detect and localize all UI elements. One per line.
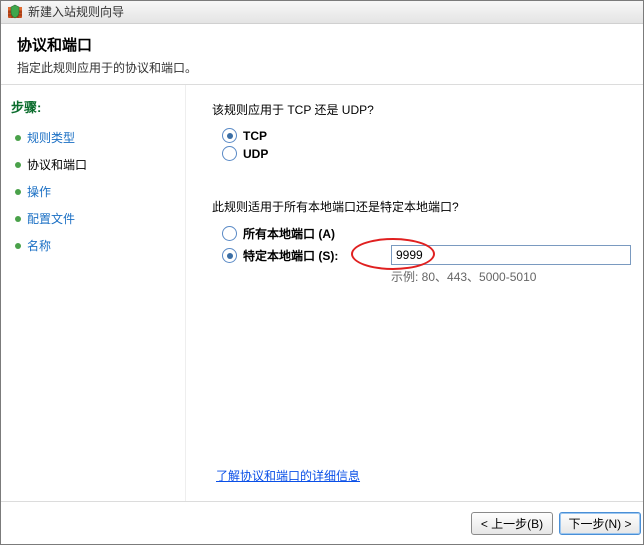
protocol-question: 该规则应用于 TCP 还是 UDP?: [212, 101, 635, 118]
port-question: 此规则适用于所有本地端口还是特定本地端口?: [212, 198, 635, 215]
wizard-footer: < 上一步(B) 下一步(N) >: [1, 501, 643, 544]
step-dot-icon: [15, 216, 21, 222]
all-ports-label: 所有本地端口 (A): [243, 225, 335, 242]
wizard-header: 协议和端口 指定此规则应用于的协议和端口。: [1, 24, 643, 85]
learn-more-link[interactable]: 了解协议和端口的详细信息: [216, 469, 360, 483]
back-button[interactable]: < 上一步(B): [471, 512, 553, 535]
step-label: 操作: [27, 183, 51, 200]
step-dot-icon: [15, 135, 21, 141]
tcp-label: TCP: [243, 129, 267, 143]
all-ports-radio[interactable]: [222, 226, 237, 241]
step-rule-type[interactable]: 规则类型: [11, 124, 175, 151]
udp-radio-row[interactable]: UDP: [222, 146, 635, 161]
step-name[interactable]: 名称: [11, 232, 175, 259]
specific-ports-radio[interactable]: [222, 248, 237, 263]
step-profile[interactable]: 配置文件: [11, 205, 175, 232]
step-dot-icon: [15, 162, 21, 168]
page-title: 协议和端口: [17, 34, 627, 55]
wizard-window: 新建入站规则向导 协议和端口 指定此规则应用于的协议和端口。 步骤: 规则类型 …: [0, 0, 644, 545]
annotation-ring: [351, 238, 435, 270]
step-label: 配置文件: [27, 210, 75, 227]
firewall-icon: [7, 4, 23, 20]
udp-radio[interactable]: [222, 146, 237, 161]
tcp-radio[interactable]: [222, 128, 237, 143]
step-label: 协议和端口: [27, 156, 87, 173]
next-button[interactable]: 下一步(N) >: [559, 512, 641, 535]
all-ports-radio-row[interactable]: 所有本地端口 (A): [222, 225, 635, 242]
step-protocol-port[interactable]: 协议和端口: [11, 151, 175, 178]
port-example: 示例: 80、443、5000-5010: [391, 268, 631, 285]
tcp-radio-row[interactable]: TCP: [222, 128, 635, 143]
page-subtitle: 指定此规则应用于的协议和端口。: [17, 59, 627, 76]
udp-label: UDP: [243, 147, 268, 161]
step-dot-icon: [15, 243, 21, 249]
info-link-row: 了解协议和端口的详细信息: [216, 467, 360, 484]
step-action[interactable]: 操作: [11, 178, 175, 205]
step-label: 名称: [27, 237, 51, 254]
step-label: 规则类型: [27, 129, 75, 146]
step-dot-icon: [15, 189, 21, 195]
steps-heading: 步骤:: [11, 97, 175, 116]
titlebar: 新建入站规则向导: [1, 1, 643, 24]
window-title: 新建入站规则向导: [28, 1, 124, 23]
steps-sidebar: 步骤: 规则类型 协议和端口 操作 配置文件 名称: [1, 85, 186, 504]
wizard-body: 步骤: 规则类型 协议和端口 操作 配置文件 名称: [1, 85, 643, 504]
wizard-content: 该规则应用于 TCP 还是 UDP? TCP UDP 此规则适用于所有本地端口还…: [186, 85, 643, 504]
